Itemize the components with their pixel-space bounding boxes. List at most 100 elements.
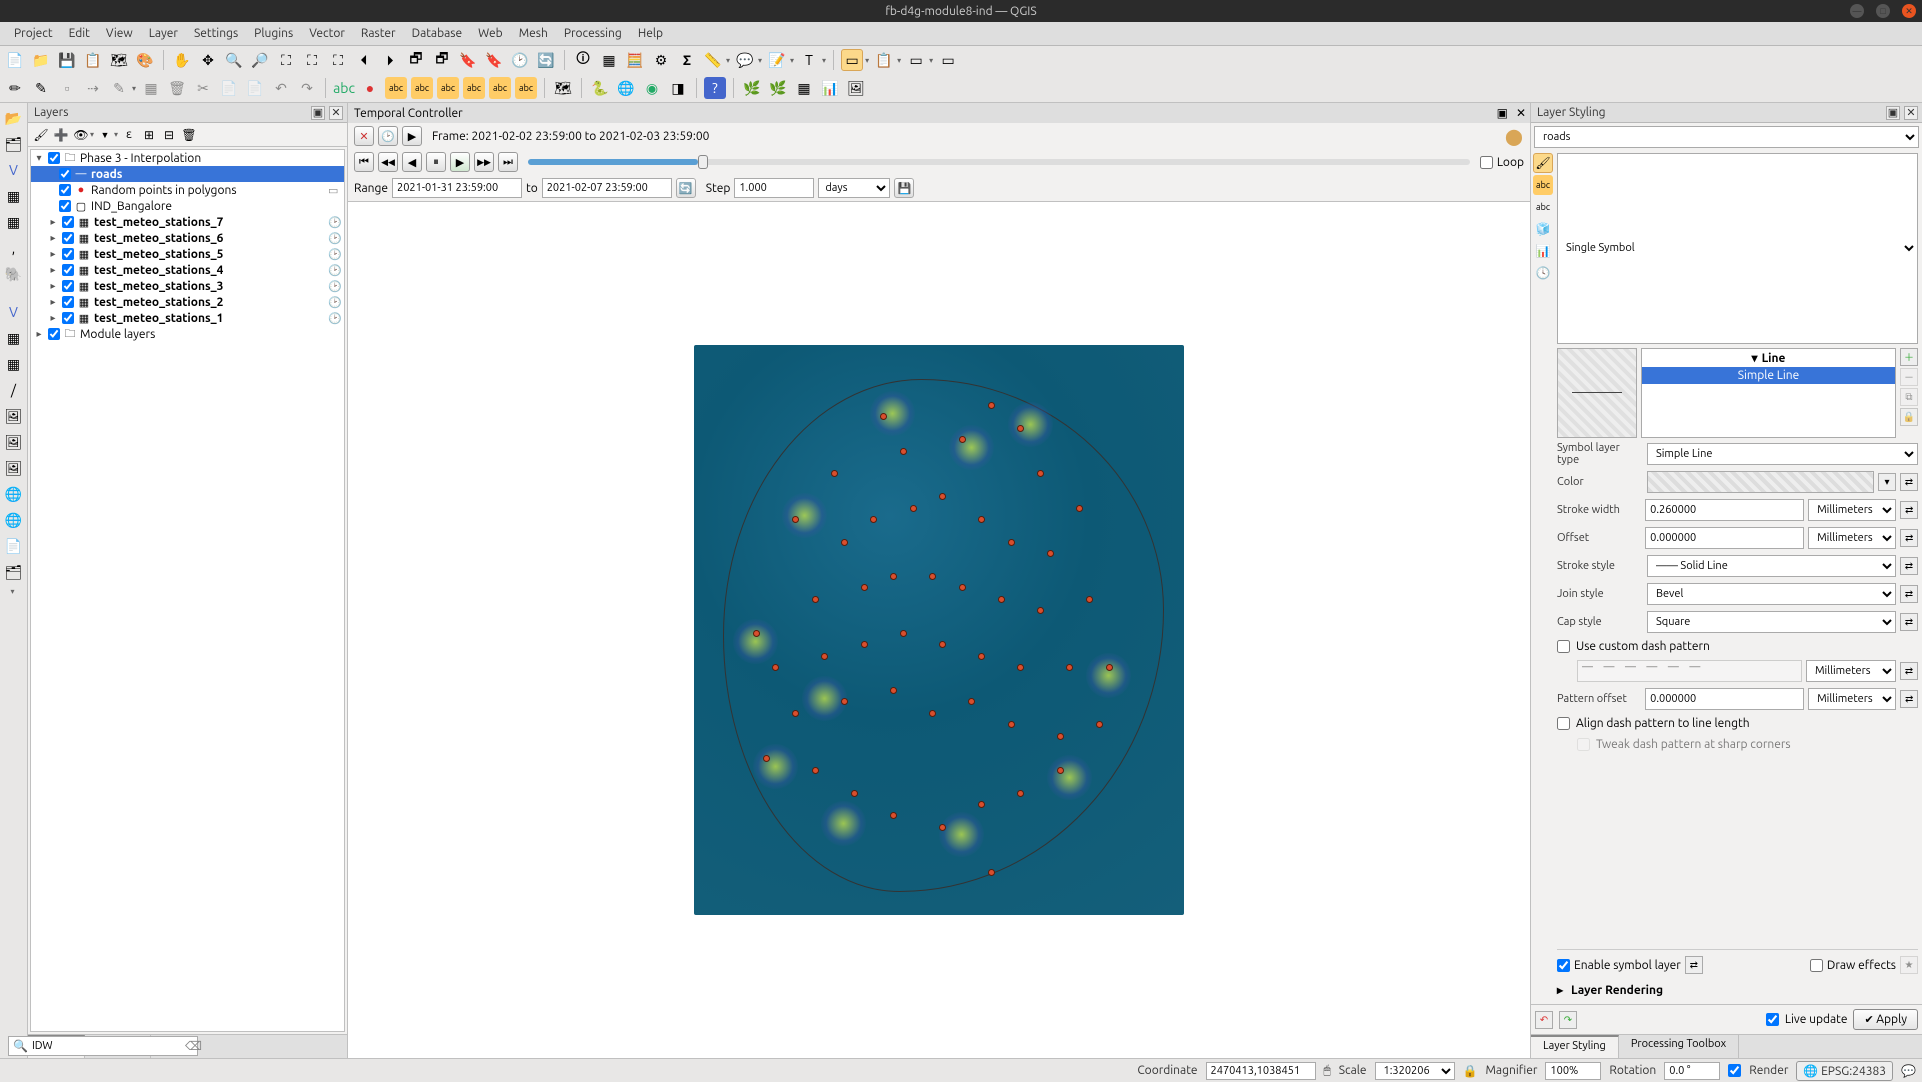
remove-symbol-layer-button[interactable]: － <box>1900 368 1918 386</box>
lock-scale-icon[interactable] <box>1463 1064 1478 1078</box>
identify-button[interactable]: 🛈 <box>572 49 594 71</box>
select-all-button[interactable]: ▭ <box>937 49 959 71</box>
text-annotation-button[interactable]: T <box>798 49 820 71</box>
temporal-animated-button[interactable] <box>402 126 422 146</box>
stroke-width-input[interactable] <box>1645 499 1804 521</box>
add-delimited-button[interactable]: , <box>3 237 25 259</box>
expand-icon[interactable]: ▸ <box>47 216 59 228</box>
menu-project[interactable]: Project <box>6 24 61 43</box>
abc-yellow-2-button[interactable]: abc <box>411 77 433 99</box>
layout-manager-button[interactable]: 🗺 <box>108 49 130 71</box>
temporal-panel-button[interactable]: 🕑 <box>509 49 531 71</box>
help-button[interactable]: ? <box>704 77 726 99</box>
abc-yellow-4-button[interactable]: abc <box>463 77 485 99</box>
paste-button[interactable]: 📄 <box>244 77 266 99</box>
color-override-button[interactable]: ⇄ <box>1900 473 1918 491</box>
color-dropdown[interactable]: ▾ <box>1878 473 1896 491</box>
attr-table-button[interactable]: ▦ <box>598 49 620 71</box>
layer-checkbox[interactable] <box>62 280 74 292</box>
zoom-next-button[interactable]: ⏵ <box>379 49 401 71</box>
undo-style-button[interactable]: ↶ <box>1535 1011 1553 1029</box>
layers-panel-dock-button[interactable]: ▣ <box>311 106 325 120</box>
filter-expression-button[interactable]: ε <box>120 126 138 144</box>
dash-unit-select[interactable]: Millimeters <box>1806 660 1896 682</box>
apply-button[interactable]: ✔ Apply <box>1853 1009 1918 1030</box>
temporal-settings-button[interactable]: ⬤ <box>1504 126 1524 146</box>
menu-raster[interactable]: Raster <box>353 24 404 43</box>
tab-layer-styling[interactable]: Layer Styling <box>1531 1035 1619 1058</box>
styling-close-button[interactable]: ✕ <box>1904 106 1918 120</box>
add-mssql-button[interactable]: ▦ <box>3 327 25 349</box>
magnifier-input[interactable] <box>1545 1062 1601 1080</box>
layer-group-module[interactable]: ▸ 🗀 Module layers <box>31 326 344 342</box>
zoom-last-button[interactable]: ⏴ <box>353 49 375 71</box>
pan-to-selection-button[interactable]: ✥ <box>197 49 219 71</box>
temporal-play-backward-button[interactable] <box>378 152 398 172</box>
refresh-button[interactable] <box>535 49 557 71</box>
bookmark-button[interactable]: 🔖 <box>483 49 505 71</box>
menu-mesh[interactable]: Mesh <box>511 24 556 43</box>
edit-toggle-button[interactable] <box>4 77 26 99</box>
draw-effects-checkbox[interactable] <box>1810 959 1823 972</box>
group-checkbox[interactable] <box>48 328 60 340</box>
offset-unit-select[interactable]: Millimeters <box>1808 527 1896 549</box>
symbol-tree[interactable]: ▾Line Simple Line <box>1641 348 1896 438</box>
open-project-button[interactable] <box>30 49 52 71</box>
grass-tool-5[interactable]: 🖼 <box>845 77 867 99</box>
add-wcs-button[interactable]: 🖼 <box>3 431 25 453</box>
abc-yellow-6-button[interactable]: abc <box>515 77 537 99</box>
cap-style-select[interactable]: Square <box>1647 611 1896 633</box>
vertex-tool-button[interactable]: ✎ <box>108 77 130 99</box>
grass-tool-1[interactable]: 🌿 <box>741 77 763 99</box>
layers-tree[interactable]: ▾ 🗀 Phase 3 - Interpolation — roads ● Ra… <box>30 149 345 1032</box>
add-oracle-button[interactable]: ▦ <box>3 353 25 375</box>
field-calc-button[interactable]: 🧮 <box>624 49 646 71</box>
symbol-mode-select[interactable]: Single Symbol <box>1557 153 1918 344</box>
modify-button[interactable]: ▦ <box>140 77 162 99</box>
map-canvas[interactable] <box>348 202 1530 1058</box>
offset-input[interactable] <box>1645 527 1804 549</box>
layer-item-roads[interactable]: — roads <box>31 166 344 182</box>
annotation-button[interactable]: 📝 <box>766 49 788 71</box>
temporal-dock-button[interactable]: ▣ <box>1497 106 1508 120</box>
temporal-play-button[interactable] <box>450 152 470 172</box>
stroke-width-override-button[interactable]: ⇄ <box>1900 501 1918 519</box>
tree-simple-line-row[interactable]: Simple Line <box>1642 367 1895 384</box>
temporal-rewind-button[interactable] <box>354 152 374 172</box>
temporal-fast-forward-button[interactable] <box>498 152 518 172</box>
move-feature-button[interactable]: ⇢ <box>82 77 104 99</box>
pattern-offset-unit-select[interactable]: Millimeters <box>1808 688 1896 710</box>
undo-button[interactable] <box>270 77 292 99</box>
expand-icon[interactable]: ▸ <box>47 280 59 292</box>
layer-item-random-points[interactable]: ● Random points in polygons ▭ <box>31 182 344 198</box>
save-edits-button[interactable]: ✎ <box>30 77 52 99</box>
deselect-button[interactable]: ▭ <box>905 49 927 71</box>
styling-layer-select[interactable]: roads <box>1534 126 1919 148</box>
crs-button[interactable]: 🌐 EPSG:24383 <box>1796 1061 1893 1081</box>
render-checkbox[interactable] <box>1728 1064 1741 1077</box>
symbol-layer-type-select[interactable]: Simple Line <box>1647 443 1918 465</box>
step-unit-select[interactable]: days <box>818 178 890 198</box>
temporal-off-button[interactable] <box>354 126 374 146</box>
pattern-offset-override-button[interactable]: ⇄ <box>1900 690 1918 708</box>
custom-dash-checkbox[interactable] <box>1557 640 1570 653</box>
add-feature-button[interactable]: ▫ <box>56 77 78 99</box>
locator-input[interactable] <box>32 1040 181 1052</box>
layer-item-meteo-7[interactable]: ▸ ▦ test_meteo_stations_7 <box>31 214 344 230</box>
maptips-button[interactable]: 💬 <box>734 49 756 71</box>
select-by-value-button[interactable]: 📋 <box>873 49 895 71</box>
temporal-step-back-button[interactable] <box>402 152 422 172</box>
vtab-symbology[interactable]: 🖌 <box>1533 153 1553 173</box>
rotation-input[interactable] <box>1664 1062 1720 1080</box>
live-update-checkbox[interactable] <box>1766 1013 1779 1026</box>
zoom-selection-button[interactable]: ⛶ <box>301 49 323 71</box>
zoom-out-button[interactable] <box>249 49 271 71</box>
join-style-override-button[interactable]: ⇄ <box>1900 585 1918 603</box>
delete-button[interactable]: 🗑 <box>166 77 188 99</box>
expand-icon[interactable]: ▸ <box>33 328 45 340</box>
dash-override-button[interactable]: ⇄ <box>1900 662 1918 680</box>
new-virtual-layer-button[interactable]: 🗂 <box>3 561 25 583</box>
align-dash-checkbox[interactable] <box>1557 717 1570 730</box>
collapse-all-button[interactable]: ⊟ <box>160 126 178 144</box>
add-mesh-button[interactable]: ▦ <box>3 211 25 233</box>
